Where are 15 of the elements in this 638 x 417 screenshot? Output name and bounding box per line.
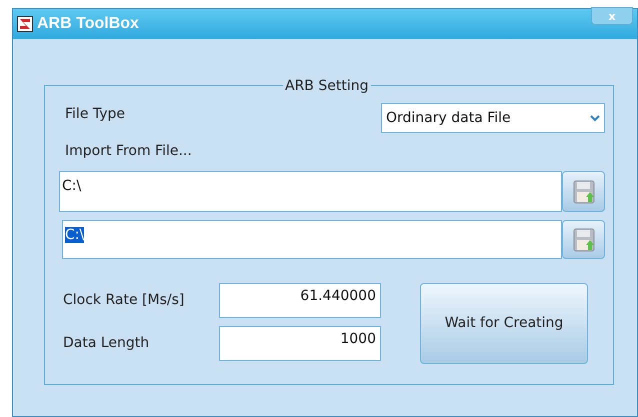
file-type-dropdown[interactable]: Ordinary data File: [381, 103, 605, 133]
import-label: Import From File...: [65, 142, 192, 161]
chevron-down-icon: [590, 114, 600, 122]
app-logo-icon: [17, 16, 33, 32]
browse-button[interactable]: [562, 220, 605, 259]
number-field[interactable]: 61.440000: [219, 283, 381, 318]
field-label: Clock Rate [Ms/s]: [63, 291, 186, 310]
browse-button[interactable]: [562, 171, 605, 212]
file-type-label: File Type: [65, 105, 126, 124]
path-field[interactable]: C:\: [62, 220, 562, 259]
window-title: ARB ToolBox: [37, 14, 139, 34]
number-field[interactable]: 1000: [219, 326, 381, 361]
path-field[interactable]: C:\: [59, 171, 562, 212]
field-label: Data Length: [63, 334, 150, 353]
wait-for-creating-button[interactable]: Wait for Creating: [420, 283, 588, 364]
